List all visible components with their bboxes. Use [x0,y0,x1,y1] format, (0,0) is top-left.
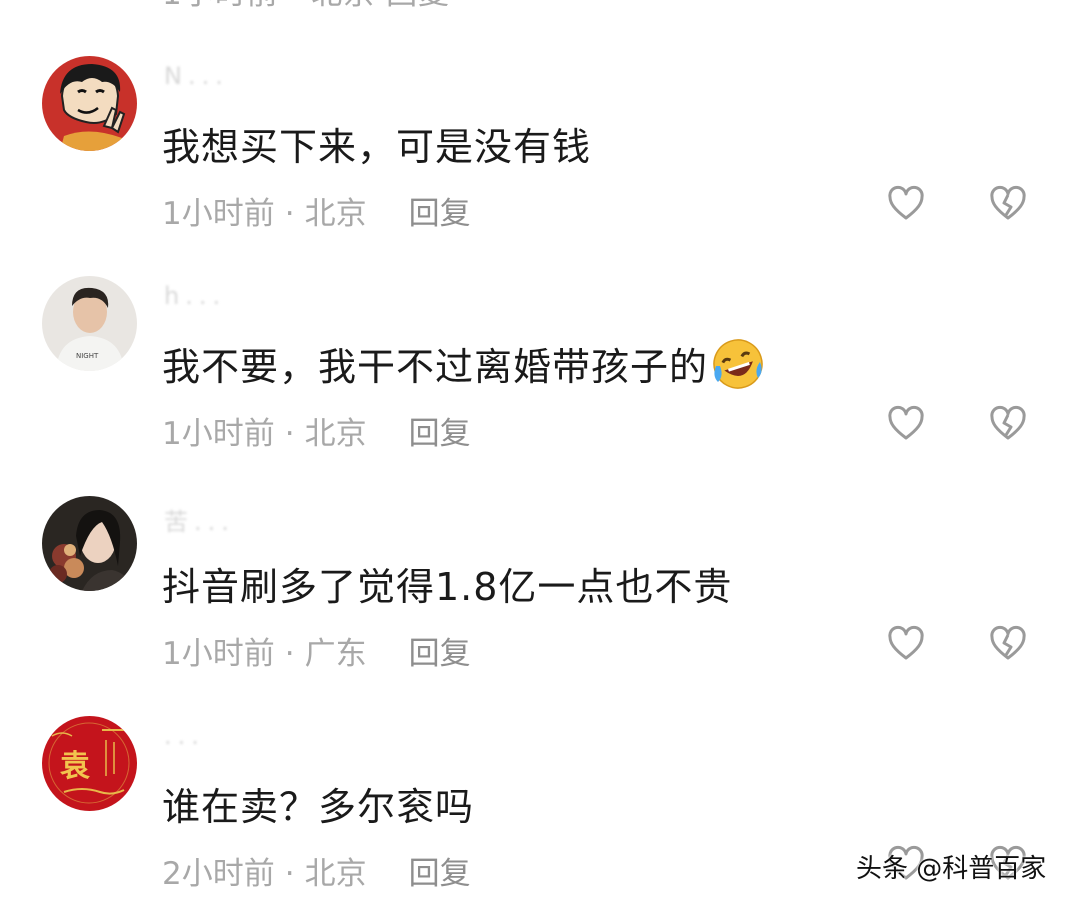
comment-location: 北京 [304,416,367,452]
comment-time: 2小时前 [162,856,275,892]
reply-button[interactable]: 回复 [409,856,471,892]
watermark: 头条 @科普百家 [856,854,1047,884]
separator: · [284,856,295,892]
reply-button[interactable]: 回复 [409,636,471,672]
comment-time: 1小时前 [162,196,275,232]
comment-meta: 1小时前 · 北京 回复 [162,408,471,453]
cartoon-boy-avatar-icon [42,56,137,151]
woman-with-flowers-avatar-icon [42,496,137,591]
avatar-calligraphy-char: 袁 [60,749,90,784]
young-man-photo-avatar-icon: NIGHT [42,276,137,371]
heart-outline-icon[interactable] [886,404,926,444]
laughing-crying-emoji-icon [713,339,763,389]
comment-meta: 2小时前 · 北京 回复 [162,848,471,893]
heart-outline-icon[interactable] [888,0,928,4]
previous-comment-meta-partial: 1小时前 · 北京 回复 [0,0,1080,8]
comment-text: 抖音刷多了觉得1.8亿一点也不贵 [162,565,733,609]
heart-outline-icon[interactable] [886,624,926,664]
broken-heart-icon[interactable] [988,184,1028,224]
username[interactable]: h... [164,282,226,310]
comment-text-content: 我不要，我干不过离婚带孩子的 [162,345,709,389]
comment-text: 我不要，我干不过离婚带孩子的 [162,336,766,392]
comment-item: NIGHT h... 我不要，我干不过离婚带孩子的 1小时前 · 北京 回复 [0,276,1080,486]
avatar[interactable]: 袁 [42,716,137,811]
avatar[interactable] [42,496,137,591]
heart-outline-icon[interactable] [886,184,926,224]
broken-heart-icon[interactable] [988,404,1028,444]
comment-meta: 1小时前 · 广东 回复 [162,628,471,673]
comment-location: 北京 [304,856,367,892]
reply-button[interactable]: 回复 [409,196,471,232]
comment-location: 北京 [304,196,367,232]
comment-item: 苦... 抖音刷多了觉得1.8亿一点也不贵 1小时前 · 广东 回复 [0,496,1080,706]
comment-text: 谁在卖？多尔衮吗 [162,785,475,829]
broken-heart-icon[interactable] [990,0,1030,4]
svg-text:NIGHT: NIGHT [76,352,99,360]
reply-button[interactable]: 回复 [409,416,471,452]
comment-list-page: 1小时前 · 北京 回复 N... 我想买下来，可是没有钱 [0,0,1080,903]
comment-meta: 1小时前 · 北京 回复 [162,188,471,233]
broken-heart-icon[interactable] [988,624,1028,664]
comment-item: N... 我想买下来，可是没有钱 1小时前 · 北京 回复 [0,56,1080,266]
avatar[interactable] [42,56,137,151]
avatar[interactable]: NIGHT [42,276,137,371]
previous-comment-meta: 1小时前 · 北京 回复 [162,0,450,8]
separator: · [284,416,295,452]
separator: · [284,196,295,232]
comment-time: 1小时前 [162,636,275,672]
username[interactable]: ... [164,722,205,750]
red-calligraphy-avatar-icon: 袁 [42,716,137,811]
comment-time: 1小时前 [162,416,275,452]
separator: · [284,636,295,672]
comment-location: 广东 [304,636,367,672]
username[interactable]: 苦... [164,502,235,537]
comment-text: 我想买下来，可是没有钱 [162,125,592,169]
username[interactable]: N... [164,62,229,90]
